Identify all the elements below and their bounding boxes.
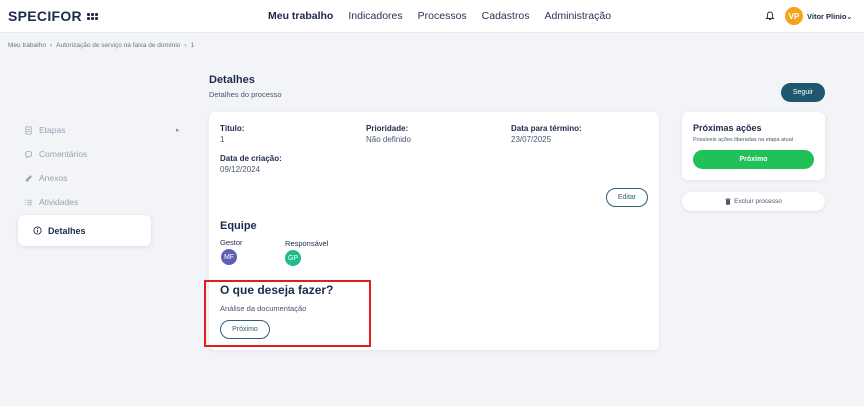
page-title: Detalhes — [209, 74, 255, 86]
top-bar: SPECIFOR Meu trabalho Indicadores Proces… — [0, 0, 864, 33]
sidebar: Etapas ▸ Comentários Anexos Atividades — [18, 118, 188, 214]
breadcrumb: Meu trabalho › Autorização de serviço na… — [8, 42, 194, 49]
prioridade-label: Prioridade: — [366, 124, 409, 133]
chevron-right-icon[interactable]: ▸ — [176, 126, 180, 134]
responsavel-avatar[interactable]: GP — [285, 250, 301, 266]
sidebar-item-label: Detalhes — [48, 225, 86, 236]
logo-dots-icon — [86, 12, 98, 20]
sidebar-item-atividades[interactable]: Atividades — [18, 190, 188, 214]
user-avatar[interactable]: VP — [785, 7, 803, 25]
prioridade-value: Não definido — [366, 135, 411, 144]
next-step-button[interactable]: Próximo — [220, 320, 270, 339]
main-nav: Meu trabalho Indicadores Processos Cadas… — [268, 10, 611, 22]
chevron-down-icon[interactable]: ⌄ — [846, 12, 853, 21]
details-card: Título: 1 Prioridade: Não definido Data … — [204, 112, 659, 350]
sidebar-item-label: Comentários — [39, 149, 88, 159]
nav-cadastros[interactable]: Cadastros — [482, 10, 530, 22]
sidebar-item-etapas[interactable]: Etapas ▸ — [18, 118, 188, 142]
todo-description: Análise da documentação — [220, 304, 307, 313]
nav-processos[interactable]: Processos — [418, 10, 467, 22]
logo-text: SPECIFOR — [8, 8, 82, 24]
sidebar-item-detalhes[interactable]: Detalhes — [18, 215, 151, 246]
breadcrumb-separator: › — [184, 42, 187, 49]
criacao-value: 09/12/2024 — [220, 165, 261, 174]
user-name[interactable]: Vitor Plinio — [807, 12, 846, 21]
follow-button[interactable]: Seguir — [781, 83, 825, 102]
gestor-avatar[interactable]: MF — [221, 249, 237, 265]
trash-icon — [725, 198, 731, 205]
titulo-label: Título: — [220, 124, 245, 133]
file-icon — [25, 125, 32, 135]
next-actions-title: Próximas ações — [693, 123, 762, 133]
list-icon — [24, 199, 33, 205]
bell-icon[interactable] — [765, 11, 775, 21]
gestor-label: Gestor — [220, 238, 243, 247]
todo-title: O que deseja fazer? — [220, 283, 334, 297]
chat-icon — [24, 150, 33, 158]
titulo-value: 1 — [220, 135, 225, 144]
info-icon — [33, 226, 42, 235]
criacao-label: Data de criação: — [220, 154, 282, 163]
page-subtitle: Detalhes do processo — [209, 90, 282, 99]
team-title: Equipe — [220, 220, 257, 232]
nav-administracao[interactable]: Administração — [545, 10, 612, 22]
sidebar-item-label: Anexos — [39, 173, 68, 183]
breadcrumb-item-processo[interactable]: Autorização de serviço na faixa de domín… — [56, 42, 180, 49]
app-logo[interactable]: SPECIFOR — [8, 8, 98, 24]
paperclip-icon — [25, 174, 32, 182]
next-actions-card: Próximas ações Possíveis ações liberadas… — [682, 112, 825, 180]
next-actions-subtitle: Possíveis ações liberadas na etapa atual — [693, 137, 793, 143]
sidebar-item-anexos[interactable]: Anexos — [18, 166, 188, 190]
edit-button[interactable]: Editar — [606, 188, 648, 207]
termino-value: 23/07/2025 — [511, 135, 552, 144]
termino-label: Data para término: — [511, 124, 582, 133]
nav-indicadores[interactable]: Indicadores — [348, 10, 402, 22]
breadcrumb-item-meu-trabalho[interactable]: Meu trabalho — [8, 42, 46, 49]
breadcrumb-item-current: 1 — [190, 42, 195, 49]
sidebar-item-label: Atividades — [39, 197, 79, 207]
sidebar-item-comentarios[interactable]: Comentários — [18, 142, 188, 166]
responsavel-label: Responsável — [285, 239, 329, 248]
delete-process-label: Excluir processo — [734, 198, 782, 205]
nav-meu-trabalho[interactable]: Meu trabalho — [268, 10, 333, 22]
breadcrumb-separator: › — [49, 42, 53, 49]
sidebar-item-label: Etapas — [39, 125, 66, 135]
delete-process-button[interactable]: Excluir processo — [682, 192, 825, 211]
next-action-button[interactable]: Próximo — [693, 150, 814, 169]
